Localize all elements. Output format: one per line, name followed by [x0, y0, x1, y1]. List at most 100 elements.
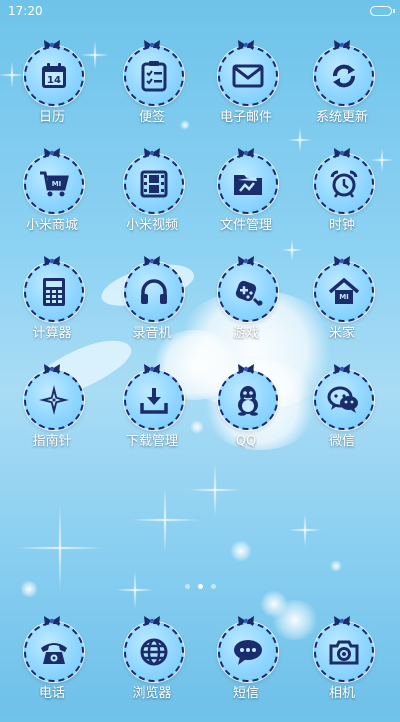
app-icon-ring	[124, 622, 184, 682]
bow-icon	[238, 364, 254, 374]
app-icon-ring	[124, 154, 184, 214]
bow-icon	[44, 148, 60, 158]
globe-icon	[126, 624, 182, 680]
app-icon-ring: MI	[24, 154, 84, 214]
app-email[interactable]: 电子邮件	[198, 40, 294, 146]
app-label: 小米视频	[125, 218, 178, 233]
dock-app-phone[interactable]: 电话	[4, 616, 100, 722]
app-label: 指南针	[32, 434, 72, 449]
app-calendar[interactable]: 14 日历	[4, 40, 100, 146]
message-icon	[220, 624, 276, 680]
bow-icon	[144, 256, 160, 266]
app-icon-ring	[314, 370, 374, 430]
app-label: 游戏	[232, 326, 259, 341]
page-dot	[184, 584, 190, 589]
bow-icon	[334, 256, 350, 266]
phone-icon	[26, 624, 82, 680]
app-mi-video[interactable]: 小米视频	[104, 148, 200, 254]
app-label: 相机	[328, 686, 355, 701]
app-icon-ring	[218, 622, 278, 682]
page-dot-active	[197, 584, 203, 589]
app-label: 文件管理	[219, 218, 272, 233]
app-downloads[interactable]: 下载管理	[104, 364, 200, 470]
bow-icon	[144, 364, 160, 374]
app-games[interactable]: 游戏	[198, 256, 294, 362]
app-label: 米家	[328, 326, 355, 341]
app-label: 录音机	[132, 326, 172, 341]
app-mi-home[interactable]: MI 米家	[294, 256, 390, 362]
compass-icon	[26, 372, 82, 428]
app-icon-ring	[218, 46, 278, 106]
status-time: 17:20	[8, 4, 43, 18]
app-icon-ring: 14	[24, 46, 84, 106]
app-label: 小米商城	[25, 218, 78, 233]
app-clock[interactable]: 时钟	[294, 148, 390, 254]
app-icon-ring	[314, 46, 374, 106]
download-icon	[126, 372, 182, 428]
bow-icon	[334, 40, 350, 50]
bow-icon	[144, 616, 160, 626]
app-mi-store[interactable]: MI 小米商城	[4, 148, 100, 254]
bow-icon	[238, 40, 254, 50]
battery-icon	[370, 6, 395, 16]
bow-icon	[334, 616, 350, 626]
notes-icon	[126, 48, 182, 104]
app-system-update[interactable]: 系统更新	[294, 40, 390, 146]
app-compass[interactable]: 指南针	[4, 364, 100, 470]
bow-icon	[238, 256, 254, 266]
app-label: 计算器	[32, 326, 72, 341]
glow-dot	[330, 560, 342, 572]
bow-icon	[144, 148, 160, 158]
bow-icon	[44, 364, 60, 374]
app-label: 短信	[232, 686, 259, 701]
app-label: 系统更新	[315, 110, 368, 125]
bow-icon	[144, 40, 160, 50]
update-icon	[316, 48, 372, 104]
glow-dot	[230, 540, 252, 562]
bow-icon	[44, 256, 60, 266]
calendar-icon: 14	[26, 48, 82, 104]
app-file-manager[interactable]: 文件管理	[198, 148, 294, 254]
folder-icon	[220, 156, 276, 212]
svg-text:MI: MI	[52, 180, 62, 188]
app-icon-ring	[218, 154, 278, 214]
mail-icon	[220, 48, 276, 104]
app-icon-ring	[124, 46, 184, 106]
dock-app-camera[interactable]: 相机	[294, 616, 390, 722]
bow-icon	[44, 616, 60, 626]
wechat-icon	[316, 372, 372, 428]
dock-app-browser[interactable]: 浏览器	[104, 616, 200, 722]
app-icon-ring	[314, 622, 374, 682]
status-bar: 17:20	[0, 0, 400, 24]
app-qq[interactable]: QQ	[198, 364, 294, 470]
bow-icon	[238, 616, 254, 626]
alarm-clock-icon	[316, 156, 372, 212]
bow-icon	[334, 364, 350, 374]
gamepad-icon	[220, 264, 276, 320]
app-notes[interactable]: 便签	[104, 40, 200, 146]
app-icon-ring	[24, 622, 84, 682]
app-calculator[interactable]: 计算器	[4, 256, 100, 362]
film-icon	[126, 156, 182, 212]
app-icon-ring	[124, 370, 184, 430]
page-indicator	[0, 584, 400, 594]
bow-icon	[44, 40, 60, 50]
svg-text:MI: MI	[339, 293, 349, 301]
camera-icon	[316, 624, 372, 680]
app-icon-ring	[24, 262, 84, 322]
app-label: 电子邮件	[219, 110, 272, 125]
app-wechat[interactable]: 微信	[294, 364, 390, 470]
app-label: 时钟	[328, 218, 355, 233]
app-icon-ring	[218, 262, 278, 322]
page-dot	[210, 584, 216, 589]
bow-icon	[238, 148, 254, 158]
app-label: 微信	[328, 434, 355, 449]
app-recorder[interactable]: 录音机	[104, 256, 200, 362]
svg-text:14: 14	[47, 75, 61, 86]
cart-icon: MI	[26, 156, 82, 212]
headphones-icon	[126, 264, 182, 320]
app-label: 浏览器	[132, 686, 172, 701]
app-label: 便签	[138, 110, 165, 125]
app-label: 下载管理	[125, 434, 178, 449]
dock-app-messages[interactable]: 短信	[198, 616, 294, 722]
